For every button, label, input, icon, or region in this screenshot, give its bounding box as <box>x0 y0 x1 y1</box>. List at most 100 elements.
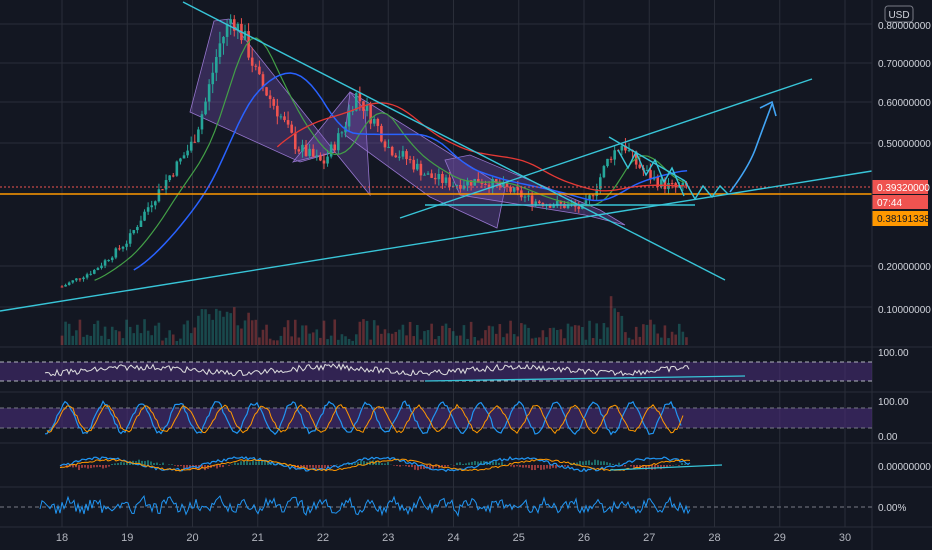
volume-bar <box>265 324 268 345</box>
macd-hist-bar <box>585 460 587 465</box>
candle-body <box>125 243 128 247</box>
volume-bar <box>268 338 272 345</box>
candle-body <box>243 31 247 41</box>
candle-body <box>613 150 616 160</box>
volume-bar <box>236 325 240 345</box>
volume-bar <box>315 329 319 345</box>
macd-hist-bar <box>651 465 653 470</box>
macd-hist-bar <box>120 462 122 465</box>
macd-hist-bar <box>234 462 236 465</box>
volume-bar <box>408 321 412 345</box>
candle-body <box>200 114 204 130</box>
macd-hist-bar <box>396 465 398 467</box>
volume-bar <box>588 320 591 345</box>
time-tick-21: 21 <box>252 532 264 544</box>
macd-hist-bar <box>669 465 671 467</box>
macd-hist-bar <box>264 460 266 465</box>
volume-bar <box>354 334 358 345</box>
macd-hist-bar <box>228 465 230 466</box>
volume-bar <box>304 325 308 345</box>
candle-body <box>311 148 315 157</box>
macd-hist-bar <box>102 465 104 469</box>
candle-body <box>276 105 279 117</box>
volume-bar <box>204 309 207 345</box>
macd-hist-bar <box>603 461 605 465</box>
volume-bar <box>638 336 642 345</box>
price-tick-0.6: 0.60000000 <box>878 98 931 109</box>
candle-body <box>372 118 376 124</box>
candle-body <box>415 163 419 170</box>
macd-hist-bar <box>258 461 260 465</box>
macd-hist-bar <box>537 465 539 469</box>
macd-hist-bar <box>462 463 464 465</box>
candle-body <box>333 144 337 151</box>
macd-hist-bar <box>363 461 365 465</box>
volume-bar <box>448 328 451 345</box>
candle-body <box>182 155 186 159</box>
price-chart[interactable]: USD 0.80000000 0.70000000 0.60000000 0.5… <box>0 0 932 550</box>
volume-bar <box>279 335 283 345</box>
candle-body <box>136 226 139 231</box>
last-price-value: 0.39320000 <box>877 183 930 194</box>
volume-bar <box>326 339 329 345</box>
candle-body <box>272 99 276 106</box>
volume-bar <box>631 339 634 345</box>
volume-bar <box>649 319 652 345</box>
volume-bar <box>128 326 132 345</box>
volume-bar <box>319 337 322 345</box>
macd-hist-bar <box>381 463 383 465</box>
volume-bar <box>401 324 405 345</box>
candle-body <box>297 149 301 152</box>
macd-hist-bar <box>510 465 512 467</box>
volume-bar <box>243 320 247 345</box>
time-tick-26: 26 <box>578 532 590 544</box>
macd-hist-bar <box>531 465 533 471</box>
candle-body <box>577 206 581 209</box>
candle-body <box>383 141 387 148</box>
macd-hist-bar <box>99 465 101 468</box>
candle-body <box>340 132 344 134</box>
macd-hist-bar <box>453 465 455 466</box>
candle-body <box>670 182 674 184</box>
volume-bar <box>78 319 82 345</box>
macd-hist-bar <box>111 464 113 465</box>
candle-body <box>433 177 437 180</box>
volume-bar <box>520 323 523 345</box>
candle-body <box>164 180 168 190</box>
candle-body <box>358 93 362 102</box>
candle-body <box>441 173 444 183</box>
macd-hist-bar <box>501 462 503 465</box>
macd-hist-bar <box>600 461 602 465</box>
time-tick-25: 25 <box>513 532 525 544</box>
volume-bar <box>606 327 609 345</box>
volume-bar <box>290 336 293 345</box>
volume-bar <box>426 330 430 345</box>
candle-body <box>329 144 333 157</box>
volume-bar <box>272 340 276 345</box>
macd-hist-bar <box>414 465 416 470</box>
volume-bar <box>624 332 627 345</box>
macd-hist-bar <box>456 462 458 465</box>
macd-hist-bar <box>654 465 656 470</box>
candle-body <box>268 95 272 100</box>
candle-body <box>638 164 642 168</box>
volume-bar <box>559 329 563 345</box>
volume-bar <box>538 337 541 345</box>
candle-body <box>394 155 398 158</box>
volume-bar <box>667 338 670 345</box>
time-tick-23: 23 <box>382 532 394 544</box>
macd-hist-bar <box>492 461 494 465</box>
volume-bar <box>293 319 297 345</box>
macd-hist-bar <box>246 460 248 465</box>
candle-body <box>448 177 451 187</box>
candle-body <box>512 187 516 192</box>
time-tick-20: 20 <box>186 532 198 544</box>
macd-hist-bar <box>159 464 161 465</box>
candle-body <box>390 146 394 156</box>
candle-body <box>186 150 189 156</box>
volume-bar <box>333 319 337 345</box>
volume-bar <box>60 335 64 345</box>
macd-hist-bar <box>498 462 500 465</box>
macd-hist-bar <box>237 462 239 465</box>
candle-body <box>250 57 254 66</box>
